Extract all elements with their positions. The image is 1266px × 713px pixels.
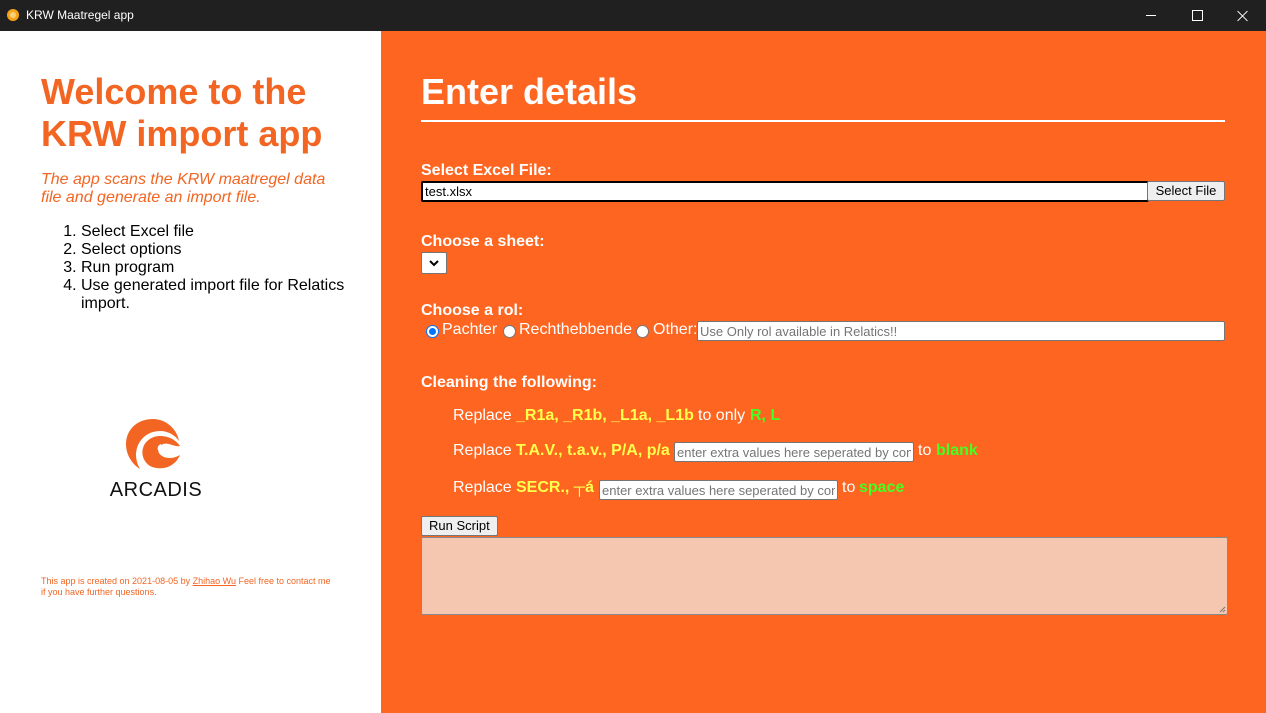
rule2-to: blank (936, 442, 978, 459)
other-rol-input[interactable] (697, 321, 1225, 341)
page-title: Enter details (421, 71, 638, 112)
arcadis-logo-icon (126, 419, 180, 469)
replace-word: Replace (453, 407, 512, 424)
author-link[interactable]: Zhihao Wu (193, 576, 236, 586)
replace-word: Replace (453, 442, 512, 459)
rule3-extra-input[interactable] (599, 480, 838, 500)
to-word: to (918, 442, 932, 459)
close-button[interactable] (1220, 0, 1266, 31)
rule2-extra-input[interactable] (674, 442, 914, 462)
to-word: to (842, 479, 856, 496)
step-item: Select Excel file (81, 223, 361, 241)
rule2-from: T.A.V., t.a.v., P/A, p/a (516, 442, 670, 459)
maximize-icon (1191, 10, 1203, 21)
sheet-select[interactable] (421, 252, 447, 274)
sidebar-panel: Welcome to the KRW import app The app sc… (1, 31, 381, 713)
radio-other[interactable] (636, 325, 649, 338)
radio-label-pachter: Pachter (442, 321, 498, 338)
intro-text: The app scans the KRW maatregel data fil… (41, 171, 326, 206)
step-item: Run program (81, 259, 361, 277)
run-script-button[interactable]: Run Script (421, 516, 498, 536)
excel-file-label: Select Excel File: (421, 162, 552, 179)
radio-label-rechthebbende: Rechthebbende (519, 321, 632, 338)
footnote: This app is created on 2021-08-05 by Zhi… (41, 576, 331, 598)
footnote-text: This app is created on 2021-08-05 by (41, 576, 193, 586)
minimize-button[interactable] (1128, 0, 1174, 31)
arcadis-logo: ARCADIS (101, 417, 211, 507)
rol-label: Choose a rol: (421, 302, 524, 319)
title-bar: KRW Maatregel app (0, 0, 1266, 31)
rule3-to: space (859, 479, 905, 496)
app-window: KRW Maatregel app Welcome to the KRW imp… (0, 0, 1266, 713)
cleaning-label: Cleaning the following: (421, 374, 597, 391)
window-title: KRW Maatregel app (26, 8, 134, 22)
minimize-icon (1146, 15, 1156, 16)
excel-file-input[interactable] (421, 181, 1149, 202)
logo-wordmark: ARCADIS (109, 479, 203, 501)
maximize-button[interactable] (1174, 0, 1220, 31)
rule3-from: SECR., ┬á (516, 479, 595, 496)
to-only-word: to only (698, 407, 746, 424)
replace-word: Replace (453, 479, 512, 496)
radio-pachter[interactable] (426, 325, 439, 338)
step-item: Use generated import file for Relatics i… (81, 277, 361, 313)
heading-divider (421, 120, 1225, 122)
form-panel: Enter details Select Excel File: Select … (381, 31, 1266, 713)
resize-grip-icon[interactable] (1219, 606, 1226, 613)
app-icon (7, 9, 19, 21)
rule1-to: R, L (750, 407, 781, 424)
sheet-label: Choose a sheet: (421, 233, 545, 250)
radio-label-other: Other: (653, 321, 698, 338)
steps-list: Select Excel file Select options Run pro… (41, 223, 361, 313)
select-file-button[interactable]: Select File (1147, 181, 1225, 201)
radio-rechthebbende[interactable] (503, 325, 516, 338)
chevron-down-icon (429, 259, 439, 266)
welcome-title: Welcome to the KRW import app (41, 71, 323, 154)
close-icon (1237, 10, 1249, 22)
rule1-from: _R1a, _R1b, _L1a, _L1b (516, 407, 694, 424)
step-item: Select options (81, 241, 361, 259)
output-textarea[interactable] (421, 537, 1228, 615)
